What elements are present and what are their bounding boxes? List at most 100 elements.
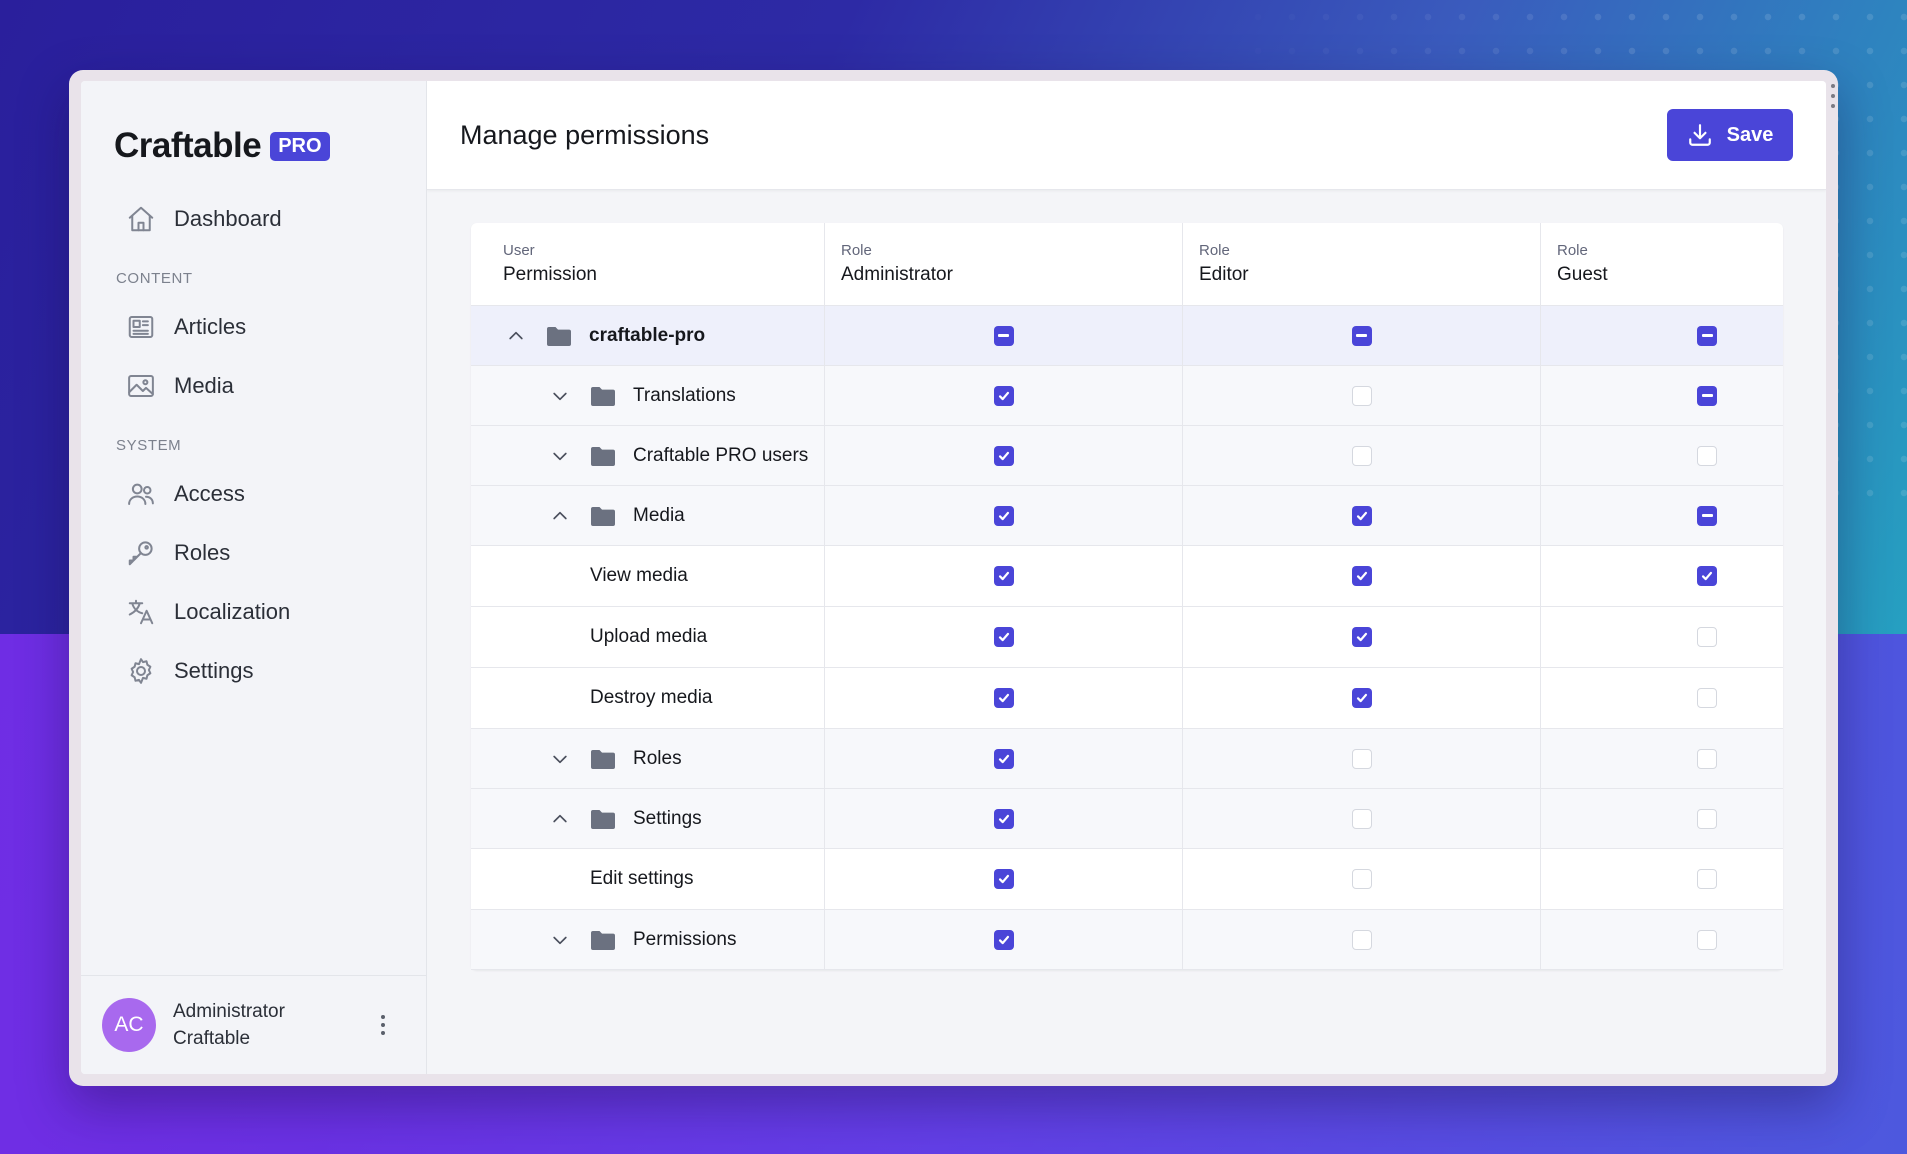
role-cell-guest [1541, 486, 1783, 545]
permission-checkbox[interactable] [993, 748, 1014, 769]
permission-checkbox[interactable] [1351, 869, 1372, 889]
role-cell-guest [1541, 306, 1783, 365]
sidebar-nav: Dashboard CONTENT Articles Media SYSTEM [81, 177, 426, 975]
permission-label: Roles [633, 747, 682, 769]
permission-checkbox[interactable] [993, 808, 1014, 829]
role-cell-administrator [825, 306, 1183, 365]
permission-checkbox[interactable] [1351, 566, 1372, 586]
permission-cell: Permissions [471, 910, 825, 969]
permission-checkbox[interactable] [993, 688, 1014, 708]
sidebar-item-label: Roles [174, 539, 231, 565]
sidebar-item-articles[interactable]: Articles [81, 297, 426, 356]
home-icon [125, 203, 157, 235]
permission-label: Media [633, 504, 685, 526]
permission-checkbox[interactable] [993, 505, 1014, 526]
user-profile[interactable]: AC Administrator Craftable [81, 975, 426, 1074]
permission-checkbox[interactable] [1697, 929, 1717, 950]
permission-checkbox[interactable] [1697, 869, 1717, 889]
more-options-icon[interactable] [381, 1015, 387, 1035]
download-icon [1688, 124, 1711, 146]
permission-cell: Craftable PRO users [471, 426, 825, 485]
sidebar-item-dashboard[interactable]: Dashboard [81, 189, 426, 248]
sidebar-item-label: Localization [174, 598, 291, 624]
permission-cell: Upload media [471, 607, 825, 667]
permission-cell: Settings [471, 789, 825, 848]
permission-checkbox[interactable] [1697, 566, 1717, 586]
permission-checkbox[interactable] [993, 385, 1014, 406]
app-window: Craftable PRO Dashboard CONTENT Articles [69, 70, 1838, 1086]
permission-label: Translations [633, 384, 736, 406]
sidebar-item-settings[interactable]: Settings [81, 641, 426, 700]
permission-checkbox[interactable] [1351, 505, 1372, 526]
sidebar-item-media[interactable]: Media [81, 356, 426, 415]
sidebar-item-label: Dashboard [174, 205, 282, 231]
role-cell-administrator [825, 729, 1183, 788]
sidebar-item-localization[interactable]: Localization [81, 582, 426, 641]
permission-cell: Edit settings [471, 849, 825, 909]
table-header-row: User Permission Role Administrator Role … [471, 223, 1783, 306]
permission-checkbox[interactable] [993, 445, 1014, 466]
permission-checkbox[interactable] [1697, 385, 1717, 406]
role-cell-administrator [825, 910, 1183, 969]
sidebar-item-access[interactable]: Access [81, 464, 426, 523]
permission-checkbox[interactable] [993, 929, 1014, 950]
role-cell-administrator [825, 849, 1183, 909]
folder-icon [590, 445, 616, 467]
save-button[interactable]: Save [1667, 109, 1793, 161]
app-shell: Craftable PRO Dashboard CONTENT Articles [81, 81, 1826, 1074]
folder-icon [590, 385, 616, 407]
column-header-small: Role [1557, 242, 1588, 259]
permission-cell: Roles [471, 729, 825, 788]
chevron-up-icon[interactable] [549, 808, 571, 830]
permissions-panel: User Permission Role Administrator Role … [427, 190, 1826, 1074]
folder-icon [546, 325, 572, 347]
role-cell-editor [1183, 789, 1541, 848]
column-header-small: Role [1199, 242, 1230, 259]
permission-checkbox[interactable] [1351, 325, 1372, 346]
chevron-down-icon[interactable] [549, 748, 571, 770]
permission-checkbox[interactable] [1697, 445, 1717, 466]
permission-checkbox[interactable] [1697, 748, 1717, 769]
permission-checkbox[interactable] [993, 566, 1014, 586]
permission-checkbox[interactable] [1697, 627, 1717, 647]
permission-checkbox[interactable] [1351, 385, 1372, 406]
table-row: Settings [471, 789, 1783, 849]
permission-label: Settings [633, 807, 702, 829]
permission-checkbox[interactable] [1697, 808, 1717, 829]
folder-icon [590, 748, 616, 770]
table-row: craftable-pro [471, 306, 1783, 366]
newspaper-icon [125, 311, 157, 343]
chevron-down-icon[interactable] [549, 385, 571, 407]
permission-cell: Media [471, 486, 825, 545]
chevron-up-icon[interactable] [549, 505, 571, 527]
permission-checkbox[interactable] [1351, 748, 1372, 769]
permission-label: Permissions [633, 928, 737, 950]
logo[interactable]: Craftable PRO [81, 81, 426, 177]
permission-checkbox[interactable] [993, 869, 1014, 889]
permission-checkbox[interactable] [993, 325, 1014, 346]
permission-checkbox[interactable] [1697, 505, 1717, 526]
window-resize-handle[interactable] [1830, 84, 1836, 108]
sidebar-item-label: Articles [174, 313, 247, 339]
permission-checkbox[interactable] [1351, 627, 1372, 647]
column-header-label: Editor [1199, 264, 1249, 285]
chevron-down-icon[interactable] [549, 445, 571, 467]
permission-checkbox[interactable] [1351, 688, 1372, 708]
permission-checkbox[interactable] [1351, 929, 1372, 950]
language-icon [125, 596, 157, 628]
permission-checkbox[interactable] [993, 627, 1014, 647]
permission-checkbox[interactable] [1351, 808, 1372, 829]
sidebar-item-roles[interactable]: Roles [81, 523, 426, 582]
role-cell-guest [1541, 849, 1783, 909]
column-header-label: Guest [1557, 264, 1608, 285]
role-cell-guest [1541, 607, 1783, 667]
image-icon [125, 370, 157, 402]
chevron-up-icon[interactable] [505, 325, 527, 347]
table-row: Translations [471, 366, 1783, 426]
permission-checkbox[interactable] [1697, 325, 1717, 346]
chevron-down-icon[interactable] [549, 929, 571, 951]
permission-checkbox[interactable] [1697, 688, 1717, 708]
permission-checkbox[interactable] [1351, 445, 1372, 466]
role-cell-guest [1541, 910, 1783, 969]
user-company-line: Craftable [173, 1028, 251, 1049]
